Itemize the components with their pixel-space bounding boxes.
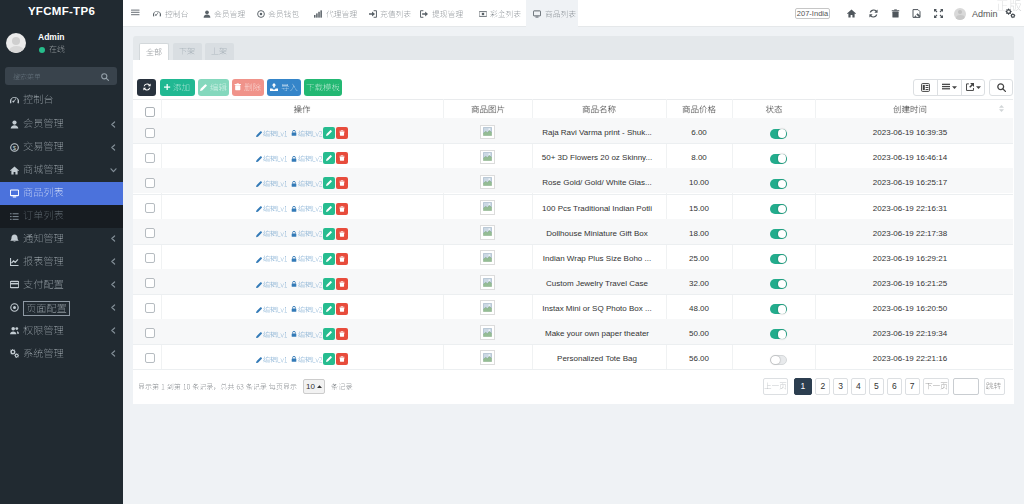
- svg-text:$: $: [13, 144, 17, 150]
